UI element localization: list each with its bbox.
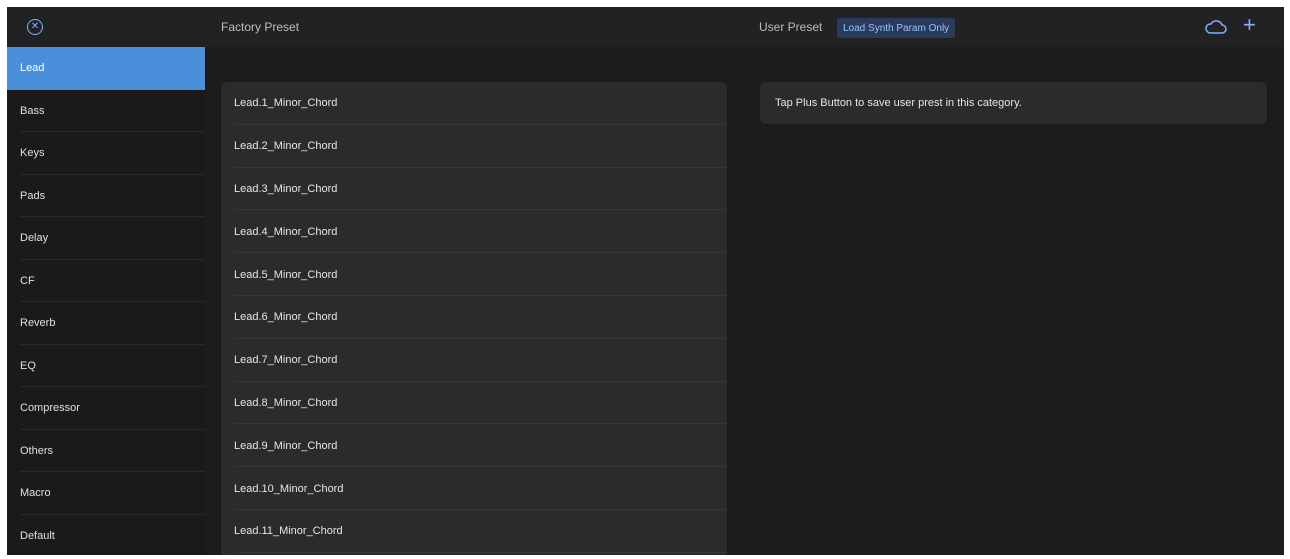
sidebar-item-label: Delay	[20, 232, 49, 245]
sidebar-item-label: Reverb	[20, 317, 56, 330]
preset-item[interactable]: Lead.11_Minor_Chord	[221, 510, 727, 553]
preset-item[interactable]: Lead.8_Minor_Chord	[221, 382, 727, 425]
sidebar-item-cf[interactable]: CF	[7, 260, 205, 303]
sidebar-item-others[interactable]: Others	[7, 430, 205, 473]
sidebar-item-macro[interactable]: Macro	[7, 472, 205, 515]
sidebar-item-label: EQ	[20, 359, 36, 372]
sidebar-item-label: Macro	[20, 487, 51, 500]
factory-preset-label: Factory Preset	[221, 20, 300, 34]
sidebar-item-label: Pads	[20, 189, 46, 202]
sidebar-item-bass[interactable]: Bass	[7, 90, 205, 133]
load-synth-param-only-toggle[interactable]: Load Synth Param Only	[837, 18, 956, 38]
preset-item[interactable]: Lead.6_Minor_Chord	[221, 296, 727, 339]
preset-item[interactable]: Lead.10_Minor_Chord	[221, 467, 727, 510]
preset-item[interactable]: Lead.3_Minor_Chord	[221, 168, 727, 211]
preset-item[interactable]: Lead.9_Minor_Chord	[221, 424, 727, 467]
top-bar: ✕ Factory Preset User Preset Load Synth …	[7, 7, 1284, 47]
cloud-icon[interactable]	[1205, 19, 1227, 35]
add-user-preset-button[interactable]: +	[1243, 14, 1256, 36]
sidebar-item-label: Compressor	[20, 402, 80, 415]
preset-item[interactable]: Lead.2_Minor_Chord	[221, 125, 727, 168]
sidebar-item-label: Bass	[20, 104, 45, 117]
sidebar-item-label: Lead	[20, 62, 45, 75]
preset-item[interactable]: Lead.7_Minor_Chord	[221, 339, 727, 382]
category-sidebar: Lead Bass Keys Pads Delay CF Reverb EQ C…	[7, 47, 205, 555]
sidebar-item-default[interactable]: Default	[7, 515, 205, 556]
sidebar-item-label: Others	[20, 444, 54, 457]
preset-browser: ✕ Factory Preset User Preset Load Synth …	[7, 7, 1284, 555]
sidebar-item-compressor[interactable]: Compressor	[7, 387, 205, 430]
preset-item[interactable]: Lead.1_Minor_Chord	[221, 82, 727, 125]
factory-preset-list: Lead.1_Minor_Chord Lead.2_Minor_Chord Le…	[221, 82, 727, 555]
sidebar-item-label: Keys	[20, 147, 45, 160]
sidebar-item-eq[interactable]: EQ	[7, 345, 205, 388]
sidebar-item-label: CF	[20, 274, 35, 287]
preset-item[interactable]: Lead.4_Minor_Chord	[221, 210, 727, 253]
sidebar-item-lead[interactable]: Lead	[7, 47, 205, 90]
sidebar-item-delay[interactable]: Delay	[7, 217, 205, 260]
sidebar-item-reverb[interactable]: Reverb	[7, 302, 205, 345]
user-preset-label: User Preset	[759, 20, 823, 34]
sidebar-item-pads[interactable]: Pads	[7, 175, 205, 218]
user-preset-empty-message: Tap Plus Button to save user prest in th…	[760, 82, 1267, 124]
preset-item[interactable]: Lead.5_Minor_Chord	[221, 253, 727, 296]
close-circle-icon[interactable]: ✕	[27, 19, 43, 35]
sidebar-item-label: Default	[20, 529, 55, 542]
sidebar-item-keys[interactable]: Keys	[7, 132, 205, 175]
